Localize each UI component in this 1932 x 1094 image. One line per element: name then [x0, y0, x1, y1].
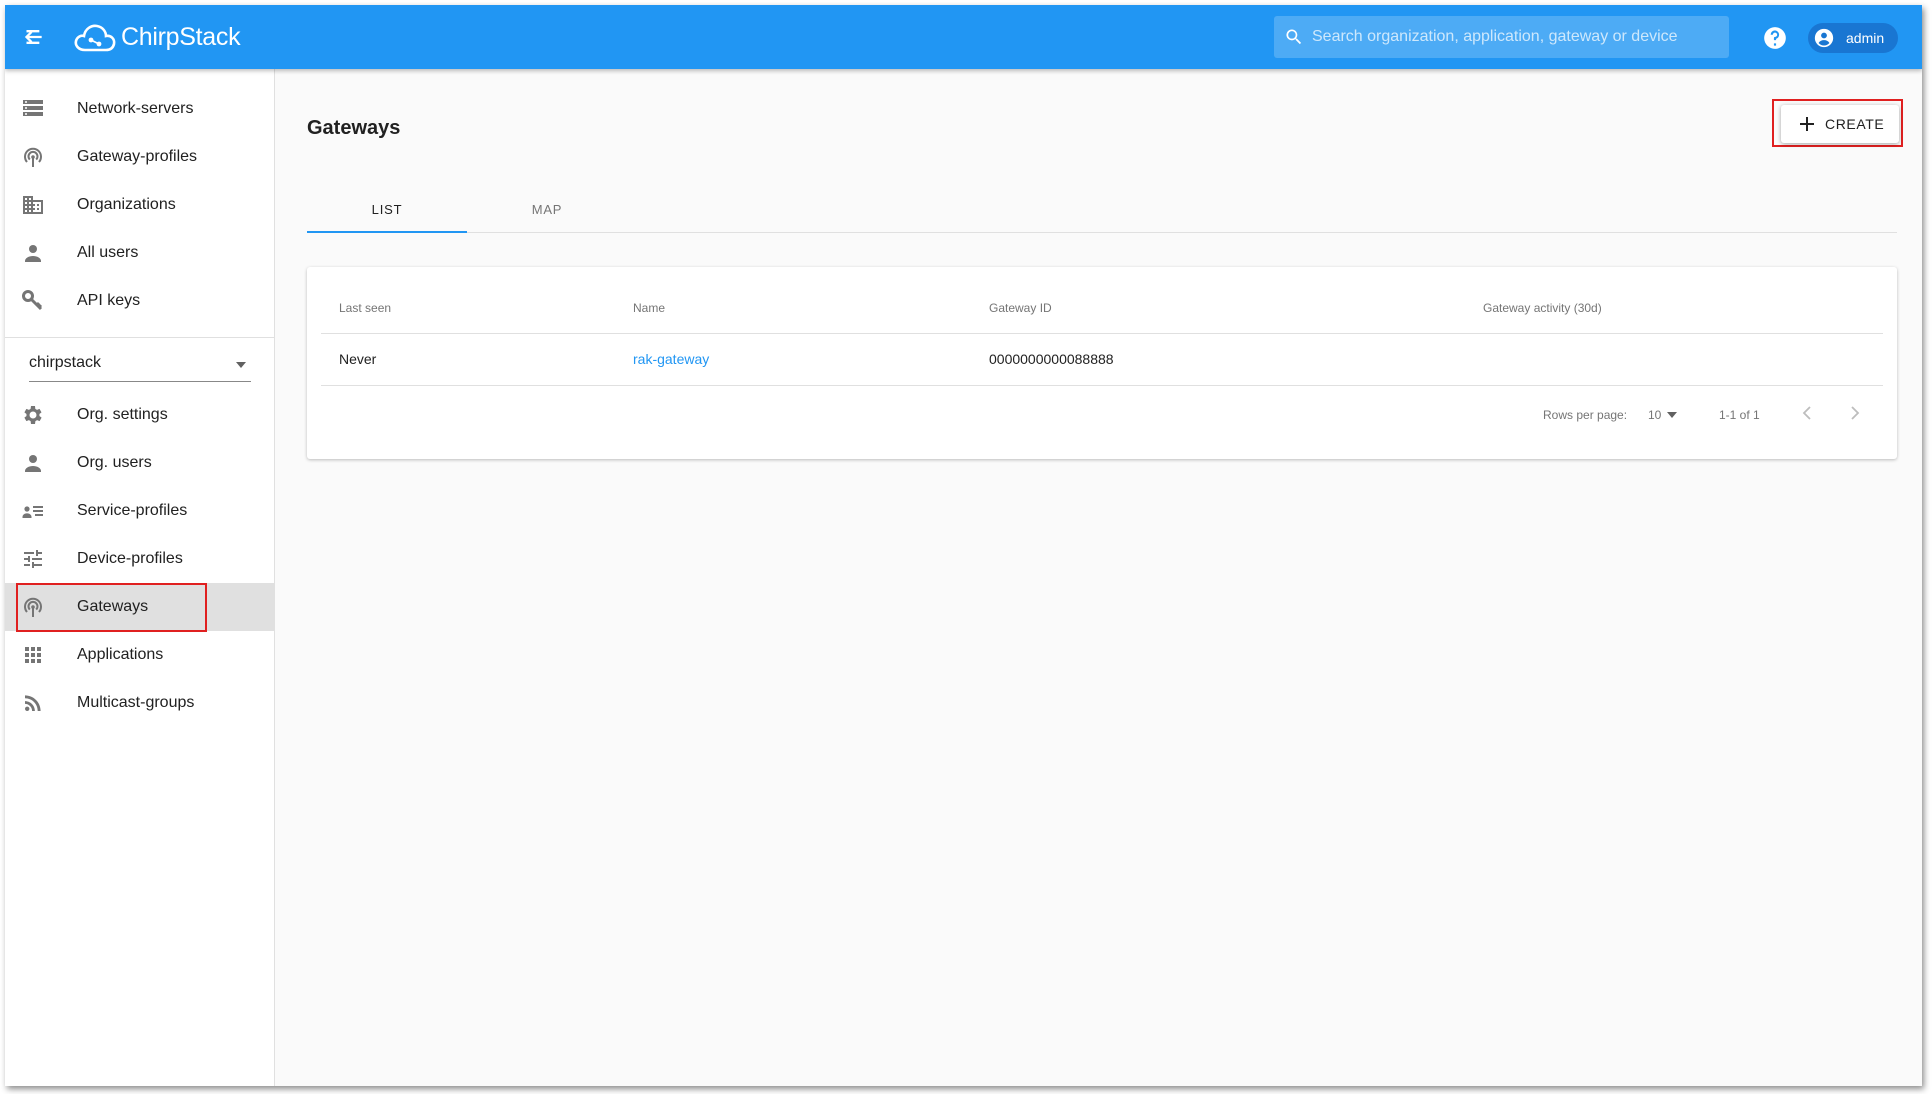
- sidebar-item-organizations[interactable]: Organizations: [5, 181, 274, 229]
- menu-collapse-icon[interactable]: [23, 23, 51, 51]
- chevron-down-icon: [1667, 412, 1678, 418]
- sidebar-item-label: Org. users: [77, 454, 152, 471]
- sidebar-divider: [5, 337, 274, 338]
- sidebar-item-label: Organizations: [77, 196, 176, 213]
- app-window: ChirpStack admin Network-servers Gateway…: [5, 5, 1922, 1086]
- sidebar-item-label: All users: [77, 244, 139, 261]
- org-users-icon: [25, 455, 41, 472]
- create-gateway-button[interactable]: CREATE: [1781, 105, 1899, 143]
- next-page-button[interactable]: [1839, 397, 1871, 429]
- sidebar-item-label: Device-profiles: [77, 550, 183, 567]
- tab-map[interactable]: MAP: [467, 185, 627, 233]
- previous-page-button[interactable]: [1791, 397, 1823, 429]
- sidebar-item-label: Service-profiles: [77, 502, 188, 519]
- sidebar-item-label: Network-servers: [77, 100, 194, 117]
- organization-selector[interactable]: chirpstack: [29, 348, 251, 382]
- sidebar-item-org-users[interactable]: Org. users: [5, 439, 274, 487]
- all-users-icon: [25, 245, 41, 262]
- chevron-right-icon: [1851, 406, 1860, 420]
- rows-per-page-select[interactable]: 10: [1648, 403, 1678, 427]
- sidebar-item-label: API keys: [77, 292, 141, 309]
- user-name: admin: [1846, 30, 1885, 46]
- network-servers-icon: [23, 100, 43, 116]
- sidebar-item-network-servers[interactable]: Network-servers: [5, 85, 274, 133]
- sidebar-item-applications[interactable]: Applications: [5, 631, 274, 679]
- column-header-last-seen[interactable]: Last seen: [339, 301, 391, 315]
- sidebar-item-device-profiles[interactable]: Device-profiles: [5, 535, 274, 583]
- sidebar-item-multicast-groups[interactable]: Multicast-groups: [5, 679, 274, 727]
- page-title: Gateways: [307, 117, 401, 139]
- cell-gateway-id: 0000000000088888: [989, 351, 1114, 367]
- user-menu-button[interactable]: admin: [1808, 23, 1899, 53]
- search-icon: [1286, 29, 1302, 45]
- sidebar-item-gateway-profiles[interactable]: Gateway-profiles: [5, 133, 274, 181]
- pagination-range: 1-1 of 1: [1719, 408, 1760, 422]
- column-header-gateway-activity[interactable]: Gateway activity (30d): [1483, 301, 1602, 315]
- column-header-gateway-id[interactable]: Gateway ID: [989, 301, 1052, 315]
- sidebar-item-label: Gateway-profiles: [77, 148, 198, 165]
- device-profiles-icon: [24, 550, 42, 568]
- column-header-name[interactable]: Name: [633, 301, 665, 315]
- plus-icon: [1800, 117, 1814, 131]
- sidebar: Network-servers Gateway-profiles Organiz…: [5, 69, 275, 1086]
- active-tab-indicator: [307, 231, 467, 233]
- chirpstack-logo[interactable]: ChirpStack: [73, 17, 241, 57]
- top-app-bar: ChirpStack admin: [5, 5, 1922, 69]
- tab-list[interactable]: LIST: [307, 185, 467, 233]
- cloud-logo-icon: [74, 24, 116, 52]
- sidebar-item-all-users[interactable]: All users: [5, 229, 274, 277]
- table-header-divider: [321, 333, 1883, 334]
- gateways-table-card: Last seen Name Gateway ID Gateway activi…: [307, 267, 1897, 459]
- sidebar-item-label: Gateways: [77, 598, 149, 615]
- sidebar-item-api-keys[interactable]: API keys: [5, 277, 274, 325]
- rows-per-page-value: 10: [1648, 408, 1662, 422]
- rows-per-page-label: Rows per page:: [1543, 408, 1628, 422]
- gateways-icon: [24, 597, 42, 617]
- view-tabs: LIST MAP: [307, 185, 1897, 233]
- help-icon[interactable]: [1762, 25, 1788, 51]
- api-keys-icon: [22, 290, 43, 311]
- create-button-label: CREATE: [1825, 116, 1885, 132]
- multicast-groups-icon: [25, 695, 41, 711]
- gateway-profiles-icon: [24, 147, 42, 167]
- organization-selector-value: chirpstack: [29, 354, 102, 371]
- sidebar-item-service-profiles[interactable]: Service-profiles: [5, 487, 274, 535]
- gateway-name-link[interactable]: rak-gateway: [633, 351, 709, 367]
- sidebar-item-label: Org. settings: [77, 406, 168, 423]
- chevron-left-icon: [1802, 406, 1811, 420]
- sidebar-item-org-settings[interactable]: Org. settings: [5, 391, 274, 439]
- app-name: ChirpStack: [121, 22, 241, 51]
- applications-icon: [25, 647, 41, 663]
- sidebar-item-gateways[interactable]: Gateways: [5, 583, 274, 631]
- sidebar-item-label: Multicast-groups: [77, 694, 195, 711]
- search-input[interactable]: [1312, 28, 1712, 46]
- gear-icon: [24, 406, 42, 424]
- service-profiles-icon: [22, 506, 43, 518]
- sidebar-item-label: Applications: [77, 646, 164, 663]
- chevron-down-icon: [236, 362, 246, 368]
- table-row-divider: [321, 385, 1883, 386]
- organizations-icon: [23, 196, 43, 214]
- cell-last-seen: Never: [339, 351, 377, 367]
- account-circle-icon: [1814, 28, 1834, 48]
- search-bar[interactable]: [1274, 16, 1729, 58]
